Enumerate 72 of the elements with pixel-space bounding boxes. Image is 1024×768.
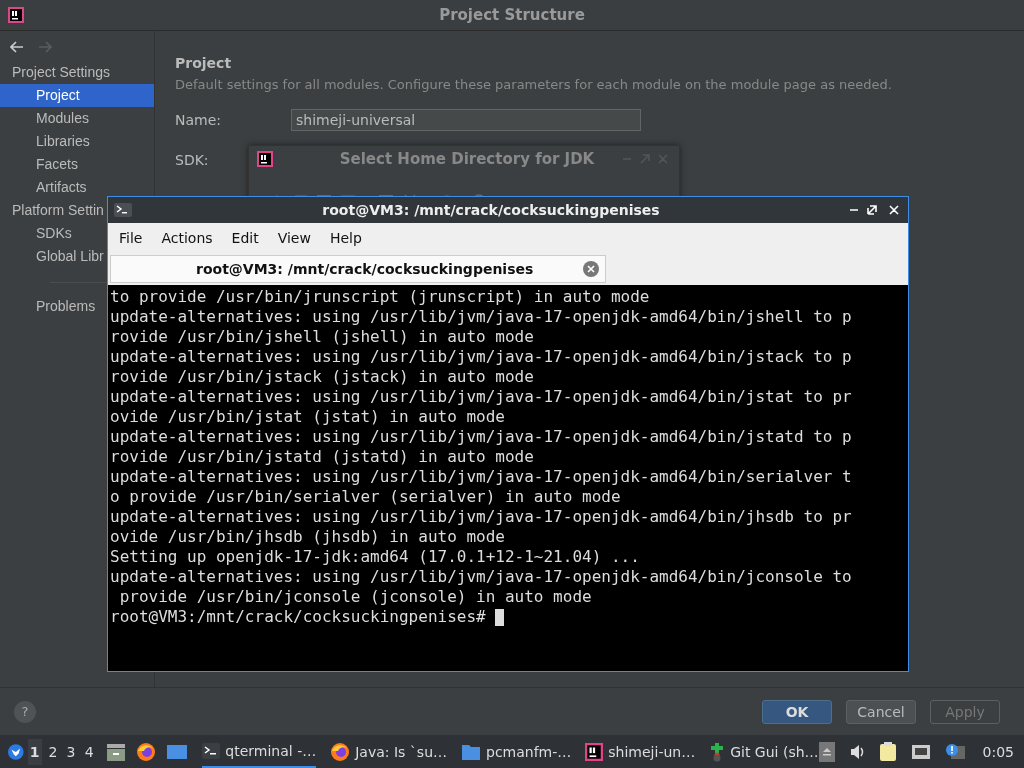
desktop-switcher[interactable]: 1: [27, 738, 42, 765]
menu-item[interactable]: Help: [322, 230, 374, 246]
clipboard-icon[interactable]: [878, 741, 897, 762]
terminal-line: update-alternatives: using /usr/lib/jvm/java-17-openjdk-amd64/bin/serialver t: [110, 467, 853, 487]
app-logo-icon: [585, 742, 604, 761]
terminal-line: update-alternatives: using /usr/lib/jvm/java-17-openjdk-amd64/bin/jstat to pr: [110, 387, 853, 407]
dialog-title: Select Home Directory for JDK: [338, 150, 596, 168]
sidebar-item[interactable]: Artifacts: [36, 176, 87, 199]
network-icon[interactable]: [910, 743, 931, 760]
window-title: Project Structure: [438, 6, 586, 24]
back-arrow-icon[interactable]: [10, 41, 24, 53]
taskbar-task[interactable]: Java: Is `su…: [330, 735, 447, 768]
menu-item[interactable]: Edit: [224, 230, 271, 246]
app-logo-icon: [257, 151, 273, 167]
dialog-button[interactable]: OK: [762, 699, 832, 724]
terminal-line: update-alternatives: using /usr/lib/jvm/java-17-openjdk-amd64/bin/jstatd to p: [110, 427, 853, 447]
window-icon: [166, 742, 189, 761]
desktop-switcher[interactable]: 4: [82, 738, 97, 765]
sidebar-item[interactable]: SDKs: [36, 222, 72, 245]
menu-item[interactable]: View: [270, 230, 323, 246]
app-logo-icon: [8, 7, 24, 23]
terminal-line: update-alternatives: using /usr/lib/jvm/java-17-openjdk-amd64/bin/jshell to p: [110, 307, 853, 327]
sidebar-item[interactable]: Facets: [36, 153, 78, 176]
sidebar-group-label: Platform Settin: [12, 201, 104, 220]
close-icon[interactable]: [583, 261, 599, 277]
terminal-line: rovide /usr/bin/jshell (jshell) in auto mode: [110, 327, 535, 347]
sidebar-item[interactable]: Problems: [36, 295, 96, 318]
terminal-icon: [202, 742, 221, 759]
cursor-icon: [495, 608, 505, 626]
file-cabinet-icon: [106, 741, 127, 762]
clock: 0:05: [982, 743, 1014, 760]
notification-icon[interactable]: [944, 742, 965, 761]
terminal-tab[interactable]: root@VM3: /mnt/crack/cocksuckingpenises: [110, 255, 606, 283]
terminal-prompt: root@VM3:/mnt/crack/cocksuckingpenises#: [110, 607, 487, 627]
eject-icon[interactable]: [818, 741, 835, 762]
menu-item[interactable]: Actions: [154, 230, 225, 246]
terminal-line: to provide /usr/bin/jrunscript (jrunscript) in auto mode: [110, 287, 651, 307]
terminal-line: ovide /usr/bin/jstat (jstat) in auto mode: [110, 407, 506, 427]
browser-icon: [330, 741, 351, 762]
sidebar-item[interactable]: Global Libr: [36, 245, 104, 268]
taskbar-task[interactable]: qterminal -…: [202, 735, 317, 768]
terminal-line: rovide /usr/bin/jstack (jstack) in auto mode: [110, 367, 535, 387]
desktop-switcher[interactable]: 3: [63, 738, 79, 765]
section-heading: Project: [175, 55, 233, 71]
terminal-line: Setting up openjdk-17-jdk:amd64 (17.0.1+12-1~21.04) ...: [110, 547, 641, 567]
window-title: root@VM3: /mnt/crack/cocksuckingpenises: [322, 202, 660, 218]
terminal-line: provide /usr/bin/jconsole (jconsole) in auto mode: [118, 587, 593, 607]
terminal-line: update-alternatives: using /usr/lib/jvm/java-17-openjdk-amd64/bin/jhsdb to pr: [110, 507, 853, 527]
speaker-icon[interactable]: [848, 743, 865, 760]
sidebar-item[interactable]: Project: [0, 84, 154, 107]
terminal-line: update-alternatives: using /usr/lib/jvm/java-17-openjdk-amd64/bin/jstack to p: [110, 347, 853, 367]
terminal-line: update-alternatives: using /usr/lib/jvm/java-17-openjdk-amd64/bin/jconsole to: [110, 567, 853, 587]
name-field[interactable]: shimeji-universal: [291, 109, 642, 131]
field-label: SDK:: [175, 152, 209, 168]
terminal-icon: [114, 203, 132, 217]
terminal-line: rovide /usr/bin/jstatd (jstatd) in auto mode: [110, 447, 535, 467]
sidebar-group-label: Project Settings: [12, 63, 111, 82]
menu-item[interactable]: File: [112, 230, 155, 246]
terminal-line: o provide /usr/bin/serialver (serialver) in auto mode: [110, 487, 622, 507]
taskbar-task[interactable]: pcmanfm-…: [461, 735, 572, 768]
terminal-line: ovide /usr/bin/jhsdb (jhsdb) in auto mode: [110, 527, 506, 547]
taskbar-task[interactable]: Git Gui (sh…: [709, 735, 819, 768]
section-description: Default settings for all modules. Configure these parameters for each module on the module page as needed.: [175, 77, 893, 92]
sidebar-item[interactable]: Libraries: [36, 130, 90, 153]
field-label: Name:: [175, 112, 222, 128]
taskbar-task[interactable]: shimeji-un…: [585, 735, 696, 768]
desktop-switcher[interactable]: 2: [45, 738, 60, 765]
dialog-button[interactable]: Cancel: [846, 699, 916, 724]
sidebar-item[interactable]: Modules: [36, 107, 89, 130]
folder-icon: [461, 742, 481, 761]
git-icon: [709, 741, 726, 762]
browser-icon: [136, 741, 157, 762]
